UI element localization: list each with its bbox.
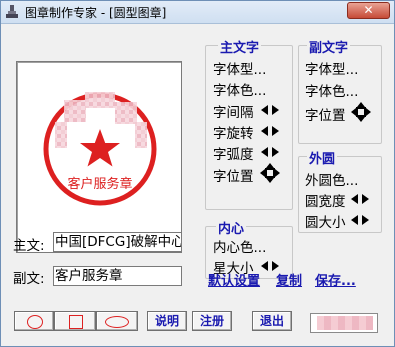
main-text-input[interactable]: 中国[DFCG]破解中心: [53, 232, 182, 252]
app-window: 图章制作专家 - [圆型图章] ✕ 客户服务章 主文字 字体型... 字体色..…: [0, 0, 395, 347]
save-link[interactable]: 保存...: [315, 270, 356, 289]
arc-decrease-icon[interactable]: [261, 147, 268, 157]
sub-text-group-title: 副文字: [307, 37, 351, 56]
rotation-increase-icon[interactable]: [272, 126, 279, 136]
main-text-label: 主文:: [13, 238, 45, 254]
seal-image: [43, 92, 157, 206]
sub-font-color-button[interactable]: 字体色...: [305, 80, 358, 100]
main-arc-label: 字弧度: [213, 147, 254, 163]
outer-color-button[interactable]: 外圆色...: [305, 169, 358, 189]
sub-position-label: 字位置: [305, 108, 346, 124]
rotation-decrease-icon[interactable]: [261, 126, 268, 136]
status-box: [310, 313, 378, 333]
seal-sub-text: 客户服务章: [67, 177, 133, 192]
main-rotation-label: 字旋转: [213, 126, 254, 142]
spacing-decrease-icon[interactable]: [261, 105, 268, 115]
main-position-label: 字位置: [213, 169, 254, 185]
square-shape-button[interactable]: [54, 311, 96, 331]
size-decrease-icon[interactable]: [351, 215, 358, 225]
exit-button-label: 退出: [259, 314, 284, 328]
window-title: 图章制作专家 - [圆型图章]: [25, 6, 167, 20]
circle-icon: [27, 315, 43, 329]
inner-color-button[interactable]: 内心色...: [213, 236, 266, 256]
main-spacing-label: 字间隔: [213, 105, 254, 121]
default-settings-link[interactable]: 默认设置: [208, 270, 260, 289]
sub-text-input[interactable]: 客户服务章: [53, 266, 182, 286]
register-button[interactable]: 注册: [192, 311, 232, 331]
ellipse-shape-button[interactable]: [96, 311, 138, 331]
main-text-group: 主文字 字体型... 字体色... 字间隔 字旋转 字弧度 字位置: [205, 37, 293, 210]
sub-position-move-icon[interactable]: [351, 102, 371, 122]
outer-circle-group: 外圆 外圆色... 圆宽度 圆大小: [298, 148, 382, 233]
main-text-group-title: 主文字: [218, 37, 262, 56]
sub-text-group: 副文字 字体型... 字体色... 字位置: [298, 37, 382, 144]
help-button[interactable]: 说明: [147, 311, 187, 331]
ellipse-icon: [105, 316, 129, 328]
outer-size-label: 圆大小: [305, 215, 346, 231]
star-size-decrease-icon[interactable]: [261, 261, 268, 271]
main-panel: 客户服务章 主文字 字体型... 字体色... 字间隔 字旋转 字弧度 字位置: [2, 24, 393, 345]
outer-circle-group-title: 外圆: [307, 148, 338, 167]
copy-link[interactable]: 复制: [276, 270, 302, 289]
stamp-icon: [6, 5, 18, 18]
star-icon: [80, 129, 120, 167]
arc-increase-icon[interactable]: [272, 147, 279, 157]
help-button-label: 说明: [154, 314, 179, 328]
width-increase-icon[interactable]: [362, 194, 369, 204]
seal-preview: 客户服务章: [16, 61, 182, 253]
sub-text-label: 副文:: [13, 271, 45, 287]
title-bar[interactable]: 图章制作专家 - [圆型图章] ✕: [1, 1, 394, 24]
exit-button[interactable]: 退出: [252, 311, 292, 331]
outer-width-label: 圆宽度: [305, 194, 346, 210]
size-increase-icon[interactable]: [362, 215, 369, 225]
square-icon: [69, 315, 83, 329]
register-button-label: 注册: [199, 314, 224, 328]
main-font-type-button[interactable]: 字体型...: [213, 58, 266, 78]
sub-font-type-button[interactable]: 字体型...: [305, 58, 358, 78]
close-icon: ✕: [363, 3, 374, 17]
inner-group-title: 内心: [216, 218, 247, 237]
circle-shape-button[interactable]: [14, 311, 54, 331]
width-decrease-icon[interactable]: [351, 194, 358, 204]
main-font-color-button[interactable]: 字体色...: [213, 79, 266, 99]
main-position-move-icon[interactable]: [260, 163, 280, 183]
close-button[interactable]: ✕: [347, 2, 390, 19]
spacing-increase-icon[interactable]: [272, 105, 279, 115]
